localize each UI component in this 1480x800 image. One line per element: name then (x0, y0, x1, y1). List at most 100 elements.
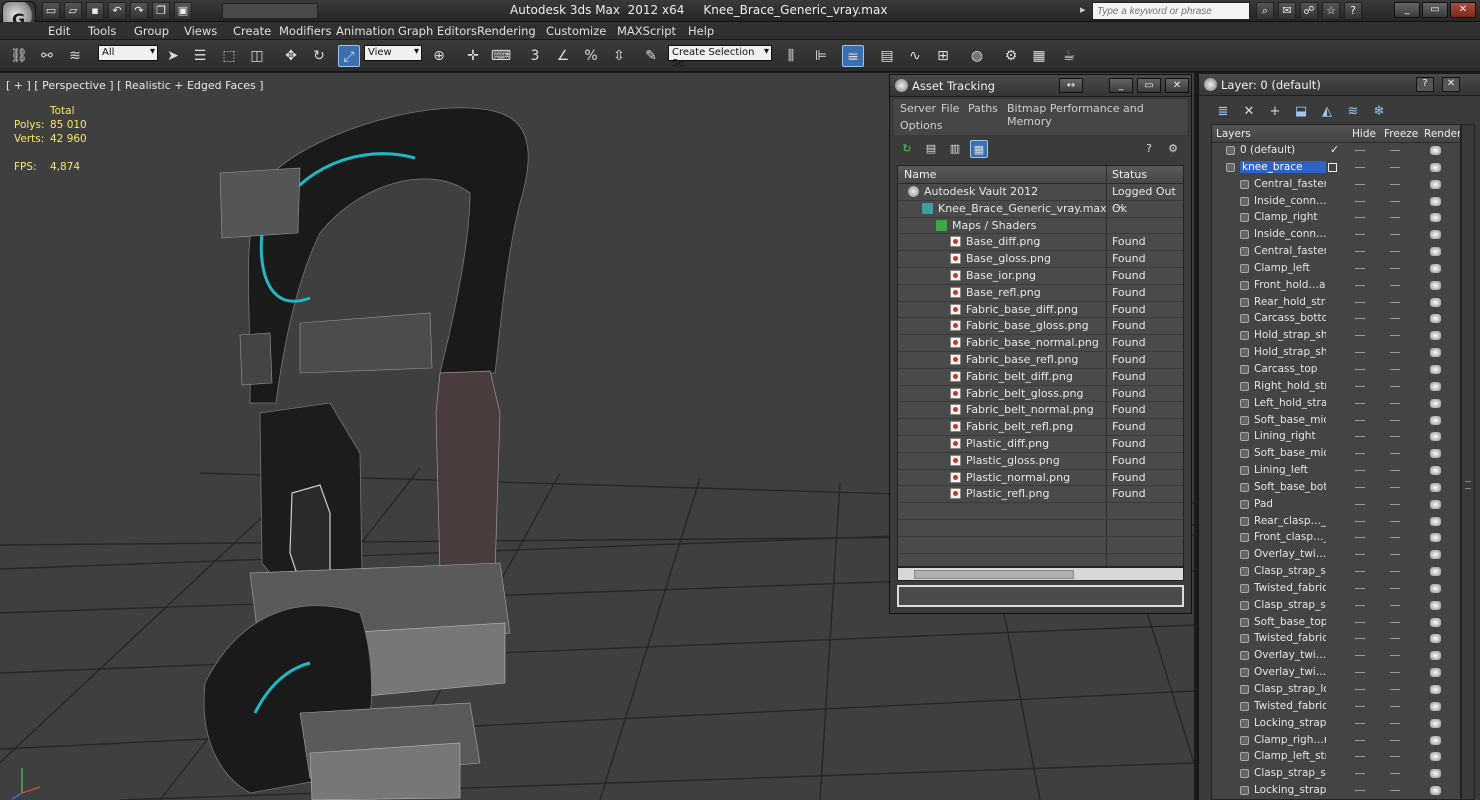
layer-vertical-scrollbar[interactable] (1461, 124, 1475, 800)
hide-toggle-icon[interactable] (1355, 217, 1365, 219)
hide-toggle-icon[interactable] (1355, 672, 1365, 674)
asset-close-button[interactable]: ✕ (1165, 78, 1189, 93)
hide-toggle-icon[interactable] (1355, 318, 1365, 320)
select-and-scale-icon[interactable]: ⤢ (338, 45, 360, 67)
menu-maxscript[interactable]: MAXScript (617, 24, 676, 38)
hide-toggle-icon[interactable] (1355, 301, 1365, 303)
layer-row[interactable]: Inside_conn…g_ (1212, 194, 1460, 211)
freeze-toggle-icon[interactable] (1390, 773, 1400, 775)
hide-toggle-icon[interactable] (1355, 621, 1365, 623)
asset-menu-server[interactable]: Server (900, 102, 936, 115)
table-view-icon[interactable]: ▦ (970, 140, 988, 158)
freeze-toggle-icon[interactable] (1390, 251, 1400, 253)
asset-row[interactable]: Maps / Shaders (898, 218, 1183, 235)
asset-row[interactable]: Plastic_diff.png Found (898, 436, 1183, 453)
hide-toggle-icon[interactable] (1355, 453, 1365, 455)
render-teapot-icon[interactable] (1430, 550, 1441, 560)
binoculars-icon[interactable]: ⌕ (1256, 2, 1274, 20)
freeze-toggle-icon[interactable] (1390, 402, 1400, 404)
asset-horizontal-scrollbar[interactable] (897, 567, 1184, 581)
redo-icon[interactable]: ↷ (130, 2, 148, 20)
freeze-toggle-icon[interactable] (1390, 638, 1400, 640)
freeze-toggle-icon[interactable] (1390, 385, 1400, 387)
menu-help[interactable]: Help (688, 24, 714, 38)
layer-row[interactable]: Clamp_righ…rap (1212, 733, 1460, 750)
layer-row[interactable]: Clasp_strap_sho (1212, 766, 1460, 783)
curve-editor-icon[interactable]: ∿ (904, 45, 926, 67)
render-teapot-icon[interactable] (1430, 398, 1441, 408)
hide-toggle-icon[interactable] (1355, 739, 1365, 741)
workspace-dropdown[interactable] (222, 3, 318, 19)
column-render[interactable]: Render (1424, 128, 1460, 140)
dock-toggle-icon[interactable]: ↔ (1059, 78, 1083, 93)
save-file-icon[interactable]: ▪ (86, 2, 104, 20)
freeze-toggle-icon[interactable] (1390, 335, 1400, 337)
render-teapot-icon[interactable] (1430, 247, 1441, 257)
column-layers[interactable]: Layers (1216, 128, 1251, 140)
asset-row[interactable]: Base_gloss.png Found (898, 251, 1183, 268)
layer-row[interactable]: Soft_base_top (1212, 615, 1460, 632)
render-teapot-icon[interactable] (1430, 701, 1441, 711)
select-by-name-icon[interactable]: ☰ (189, 45, 211, 67)
hide-toggle-icon[interactable] (1355, 251, 1365, 253)
render-teapot-icon[interactable] (1430, 567, 1441, 577)
layer-row[interactable]: Pad (1212, 497, 1460, 514)
render-teapot-icon[interactable] (1430, 466, 1441, 476)
active-layer-check-icon[interactable]: ✓ (1330, 143, 1339, 156)
layer-row[interactable]: Rear_hold_strap (1212, 295, 1460, 312)
menu-create[interactable]: Create (233, 24, 271, 38)
bind-to-space-warp-icon[interactable]: ≋ (64, 45, 86, 67)
angle-snap-icon[interactable]: ∠ (552, 45, 574, 67)
create-layer-icon[interactable]: ≣ (1213, 102, 1233, 122)
make-current-layer-icon[interactable] (1328, 162, 1337, 172)
freeze-toggle-icon[interactable] (1390, 183, 1400, 185)
freeze-toggle-icon[interactable] (1390, 368, 1400, 370)
layer-row[interactable]: Clamp_right (1212, 210, 1460, 227)
select-and-link-icon[interactable]: ⛓ (8, 45, 30, 67)
layer-row[interactable]: Overlay_twi…_f (1212, 665, 1460, 682)
freeze-toggle-icon[interactable] (1390, 621, 1400, 623)
render-teapot-icon[interactable] (1430, 162, 1441, 172)
render-setup-icon[interactable]: ⚙ (1000, 45, 1022, 67)
render-teapot-icon[interactable] (1430, 196, 1441, 206)
render-teapot-icon[interactable] (1430, 752, 1441, 762)
render-teapot-icon[interactable] (1430, 685, 1441, 694)
project-folder-icon[interactable]: ▣ (174, 2, 192, 20)
freeze-toggle-icon[interactable] (1390, 554, 1400, 556)
hide-toggle-icon[interactable] (1355, 335, 1365, 337)
list-view-icon[interactable]: ▤ (922, 140, 940, 158)
column-name[interactable]: Name (904, 168, 936, 181)
render-production-icon[interactable]: ☕ (1058, 45, 1080, 67)
selection-filter-dropdown[interactable]: All (98, 45, 158, 61)
hide-toggle-icon[interactable] (1355, 183, 1365, 185)
hide-toggle-icon[interactable] (1355, 554, 1365, 556)
layer-row[interactable]: 0 (default) ✓ (1212, 143, 1460, 160)
hide-toggle-icon[interactable] (1355, 470, 1365, 472)
minimize-button[interactable]: _ (1394, 2, 1420, 18)
layer-row[interactable]: Twisted_fabric_r (1212, 631, 1460, 648)
align-icon[interactable]: ⊫ (810, 45, 832, 67)
layer-row[interactable]: Clasp_strap_sho (1212, 598, 1460, 615)
freeze-toggle-icon[interactable] (1390, 470, 1400, 472)
freeze-toggle-icon[interactable] (1390, 672, 1400, 674)
hide-toggle-icon[interactable] (1355, 150, 1365, 151)
hide-toggle-icon[interactable] (1355, 419, 1365, 421)
freeze-toggle-icon[interactable] (1390, 739, 1400, 741)
layer-row[interactable]: Central_fastenin (1212, 244, 1460, 261)
layer-titlebar[interactable]: Layer: 0 (default) ? ✕ (1199, 74, 1480, 96)
render-teapot-icon[interactable] (1430, 263, 1441, 273)
asset-row[interactable]: Fabric_belt_gloss.png Found (898, 386, 1183, 403)
search-expand-icon[interactable]: ▸ (1080, 3, 1086, 16)
freeze-toggle-icon[interactable] (1390, 436, 1400, 438)
layer-row[interactable]: Front_hold…ap_ (1212, 278, 1460, 295)
select-and-manipulate-icon[interactable]: ✛ (462, 45, 484, 67)
freeze-toggle-icon[interactable] (1390, 217, 1400, 219)
freeze-toggle-icon[interactable] (1390, 790, 1400, 792)
asset-menu-options[interactable]: Options (900, 119, 942, 132)
column-hide[interactable]: Hide (1352, 128, 1376, 140)
snaps-toggle-icon[interactable]: 3 (524, 45, 546, 67)
mirror-icon[interactable]: ⫼ (780, 45, 802, 67)
freeze-toggle-icon[interactable] (1390, 705, 1400, 707)
add-to-layer-icon[interactable]: + (1265, 102, 1285, 122)
hide-toggle-icon[interactable] (1355, 722, 1365, 724)
